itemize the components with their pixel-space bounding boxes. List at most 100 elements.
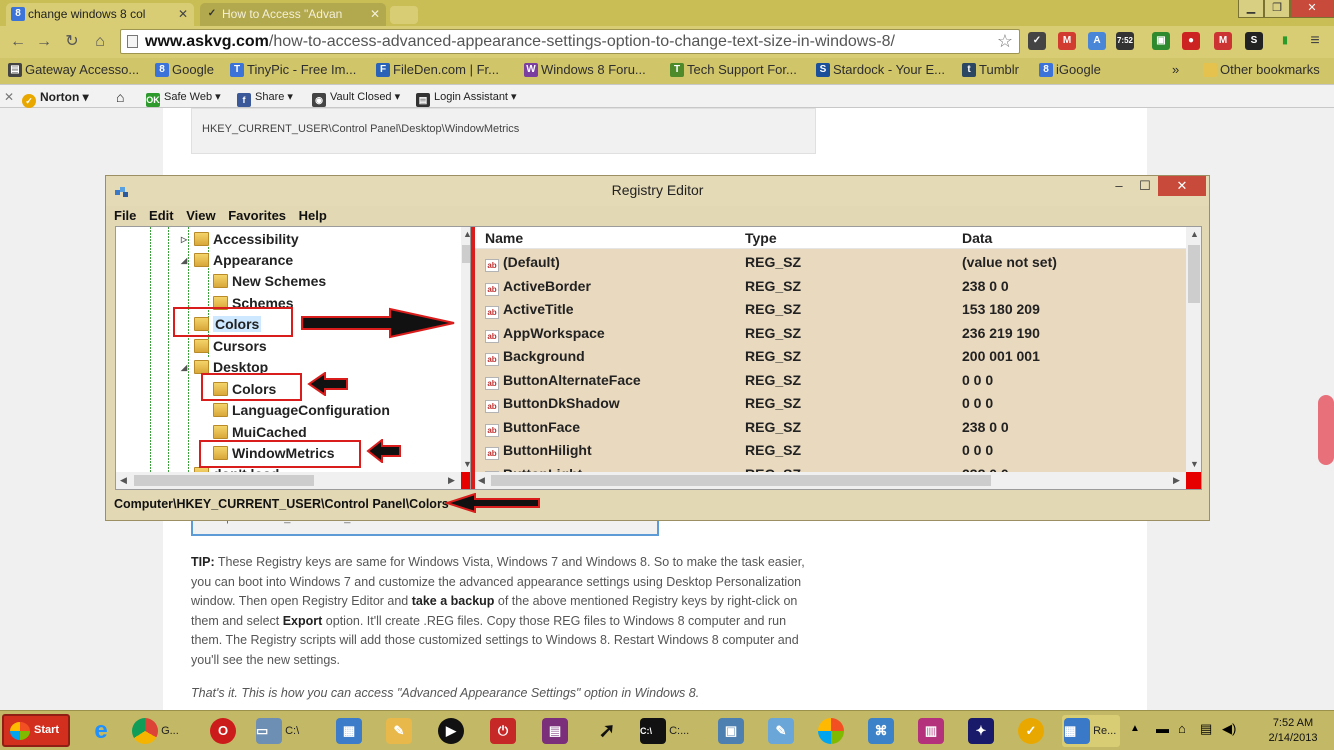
translate-icon[interactable]: A [1088,32,1106,50]
taskbar-control-panel[interactable]: ▦ [330,715,368,747]
tree-node-new-schemes[interactable]: New Schemes [213,271,326,292]
taskbar-app[interactable]: ▥ [912,715,950,747]
tree-node-appearance[interactable]: ◢ Appearance [181,250,293,271]
scroll-right-icon[interactable]: ▶ [448,475,455,486]
extension-check-icon[interactable]: ✓ [1028,32,1046,50]
taskbar-paint[interactable]: ✎ [380,715,418,747]
menu-file[interactable]: File [114,207,136,225]
gmail-icon[interactable]: M [1058,32,1076,50]
forward-button[interactable]: → [34,32,54,52]
scroll-up-icon[interactable]: ▲ [1190,229,1199,239]
column-header-name[interactable]: Name [485,230,523,246]
bookmark-item[interactable]: ▤ Gateway Accesso... [8,62,139,78]
taskbar-app[interactable]: ▤ [536,715,574,747]
maximize-button[interactable]: ❐ [1264,0,1290,18]
value-row[interactable]: ab ButtonAlternateFace REG_SZ 0 0 0 [475,369,1187,393]
tab-google-search[interactable]: 8 change windows 8 col ✕ [6,3,194,26]
share-menu[interactable]: f Share ▾ [237,89,293,107]
home-button[interactable]: ⌂ [90,32,110,52]
minimize-button[interactable]: – [1106,176,1132,196]
taskbar-notepad[interactable]: ✎ [762,715,800,747]
bookmark-item[interactable]: T Tech Support For... [670,62,797,78]
menu-help[interactable]: Help [299,207,327,225]
scroll-right-icon[interactable]: ▶ [1173,475,1180,486]
taskbar-regedit[interactable]: ▦ Re... [1062,715,1120,747]
scrollbar-thumb[interactable] [134,475,314,486]
close-button[interactable]: ✕ [1158,176,1206,196]
bookmark-item[interactable]: t Tumblr [962,62,1019,78]
clock-extension-icon[interactable]: 7:52 [1116,32,1134,50]
page-scrollbar-thumb[interactable] [1318,395,1334,465]
taskbar-app[interactable]: ▣ [712,715,750,747]
bookmark-item[interactable]: W Windows 8 Foru... [524,62,646,78]
usb-icon[interactable]: ⌂ [1178,721,1186,736]
close-toolbar-icon[interactable]: ✕ [4,89,14,105]
expand-arrow-icon[interactable]: ▷ [181,229,187,250]
menu-icon[interactable]: ≡ [1306,32,1324,50]
vault-menu[interactable]: ◉ Vault Closed ▾ [312,89,400,107]
taskbar-windows-live[interactable] [812,715,850,747]
reload-button[interactable]: ↻ [62,32,82,52]
safe-web-menu[interactable]: OK Safe Web ▾ [146,89,221,107]
value-row[interactable]: ab (Default) REG_SZ (value not set) [475,251,1187,275]
back-button[interactable]: ← [8,32,28,52]
bookmark-item[interactable]: 8 iGoogle [1039,62,1101,78]
close-tab-icon[interactable]: ✕ [370,3,380,25]
volume-icon[interactable]: ◀) [1222,721,1236,737]
menu-favorites[interactable]: Favorites [228,207,286,225]
tree-node-language-configuration[interactable]: LanguageConfiguration [213,400,390,421]
bookmarks-overflow-button[interactable]: » [1172,62,1179,78]
menu-edit[interactable]: Edit [149,207,174,225]
value-row[interactable]: ab ButtonFace REG_SZ 238 0 0 [475,416,1187,440]
taskbar-ie[interactable]: e [82,715,120,747]
value-row[interactable]: ab ButtonHilight REG_SZ 0 0 0 [475,439,1187,463]
taskbar-explorer[interactable]: ▭ C:\ [254,715,312,747]
value-row[interactable]: ab ActiveTitle REG_SZ 153 180 209 [475,298,1187,322]
s-extension-icon[interactable]: S [1245,32,1263,50]
taskbar-chrome[interactable]: G... [130,715,188,747]
window-title-bar[interactable]: Registry Editor – ☐ ✕ [106,176,1209,206]
tab-askvg-article[interactable]: ✓ How to Access "Advan ✕ [200,3,386,26]
column-header-type[interactable]: Type [745,230,777,246]
taskbar-media-player[interactable]: ▶ [432,715,470,747]
mail-extension-icon[interactable]: M [1214,32,1232,50]
scroll-left-icon[interactable]: ◀ [120,475,127,486]
taskbar-opera[interactable]: O [204,715,242,747]
action-center-icon[interactable]: ▬ [1156,721,1169,736]
scrollbar-thumb[interactable] [1188,245,1200,303]
home-icon[interactable]: ⌂ [116,89,124,105]
robot-extension-icon[interactable]: ▣ [1152,32,1170,50]
maximize-button[interactable]: ☐ [1132,176,1158,196]
other-bookmarks-folder[interactable]: Other bookmarks [1203,62,1320,78]
minimize-button[interactable]: ▁ [1238,0,1264,18]
bookmark-item[interactable]: 8 Google [155,62,214,78]
value-row[interactable]: ab AppWorkspace REG_SZ 236 219 190 [475,322,1187,346]
tree-node-cursors[interactable]: Cursors [194,336,267,357]
taskbar-app[interactable]: ✦ [962,715,1000,747]
bookmark-star-icon[interactable]: ☆ [997,30,1013,53]
opera-extension-icon[interactable]: ● [1182,32,1200,50]
taskbar-cursor-app[interactable]: ➚ [588,715,626,747]
menu-view[interactable]: View [186,207,215,225]
values-vertical-scrollbar[interactable]: ▲ ▼ [1186,227,1201,472]
network-tray-icon[interactable]: ▤ [1200,721,1212,737]
collapse-arrow-icon[interactable]: ◢ [181,357,187,378]
close-tab-icon[interactable]: ✕ [178,3,188,25]
scroll-down-icon[interactable]: ▼ [1190,459,1199,469]
value-row[interactable]: ab ButtonDkShadow REG_SZ 0 0 0 [475,392,1187,416]
login-assistant-menu[interactable]: ▤ Login Assistant ▾ [416,89,517,107]
collapse-arrow-icon[interactable]: ◢ [181,250,187,271]
tray-expand-icon[interactable]: ▲ [1130,723,1140,734]
taskbar-cmd[interactable]: C:\ C:... [638,715,696,747]
value-row[interactable]: ab Background REG_SZ 200 001 001 [475,345,1187,369]
tree-node-accessibility[interactable]: ▷ Accessibility [181,229,299,250]
bookmark-item[interactable]: T TinyPic - Free Im... [230,62,356,78]
bookmark-item[interactable]: S Stardock - Your E... [816,62,945,78]
bookmark-item[interactable]: F FileDen.com | Fr... [376,62,499,78]
taskbar-shutdown[interactable]: ⏻ [484,715,522,747]
norton-menu[interactable]: ✓ Norton ▾ [22,89,89,108]
new-tab-button[interactable] [390,6,418,24]
taskbar-norton[interactable]: ✓ [1012,715,1050,747]
close-window-button[interactable]: ✕ [1290,0,1334,18]
column-header-data[interactable]: Data [962,230,992,246]
